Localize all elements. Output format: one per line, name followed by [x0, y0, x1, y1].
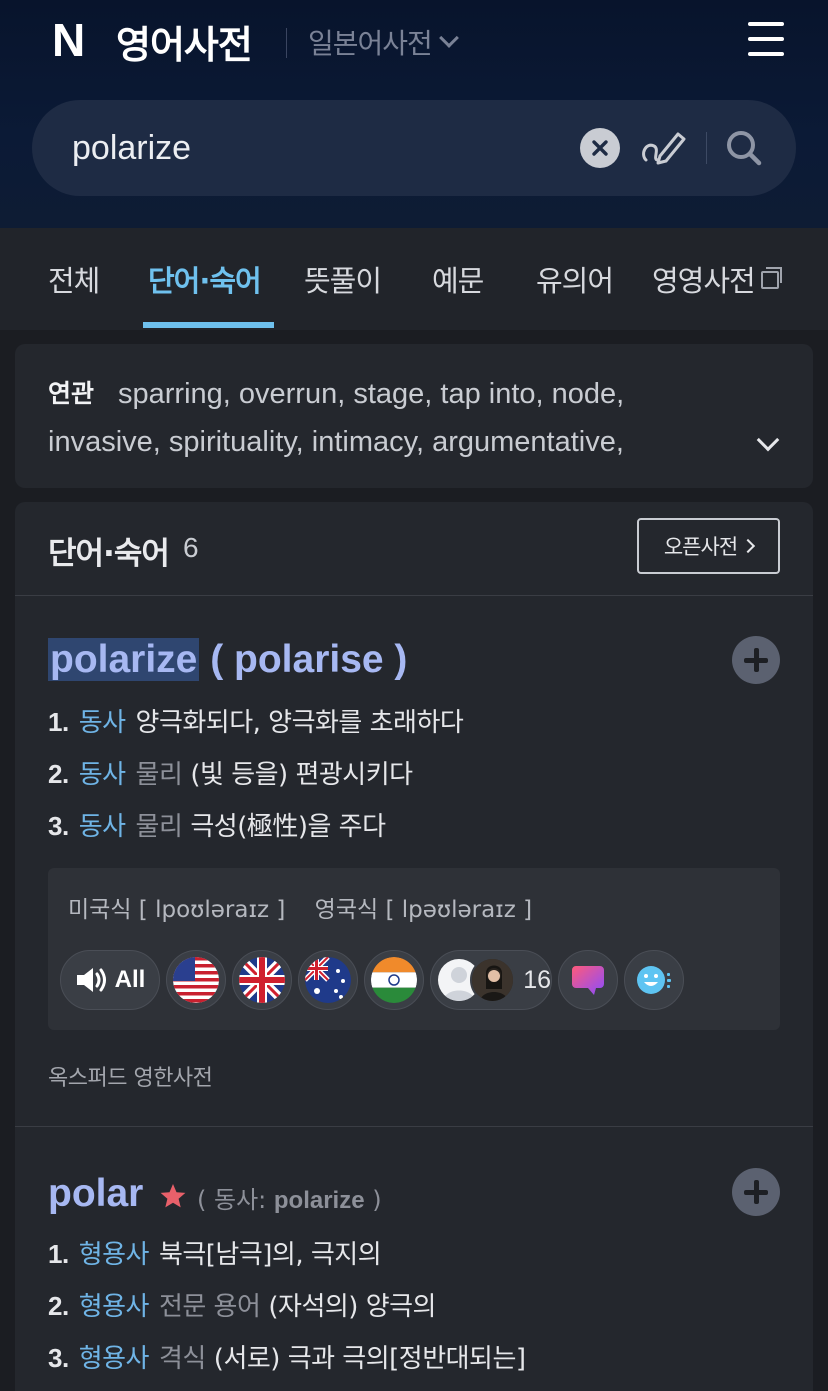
verb-form-link[interactable]: polarize: [274, 1187, 365, 1214]
user-pronunciations-button[interactable]: 16: [430, 950, 552, 1010]
speech-bubble-icon: [572, 966, 604, 995]
india-flag-icon: [371, 957, 417, 1003]
au-pronunciation-button[interactable]: [298, 950, 358, 1010]
dictionary-source[interactable]: 옥스퍼드 영한사전: [48, 1060, 213, 1092]
clear-icon[interactable]: [580, 128, 620, 168]
meaning-item: 2. 동사 물리 (빛 등을) 편광시키다: [48, 759, 413, 790]
tab-bar: 전체 단어·숙어 뜻풀이 예문 유의어 영영사전: [0, 228, 828, 330]
meaning-item: 3. 형용사 격식 (서로) 극과 극의[정반대되는]: [48, 1343, 526, 1374]
uk-ipa: [ lpəʊləraɪz ]: [385, 897, 533, 923]
related-words-panel: 연관 sparring, overrun, stage, tap into, n…: [15, 344, 813, 488]
play-all-button[interactable]: All: [60, 950, 160, 1010]
add-to-wordbook-button[interactable]: [732, 1168, 780, 1216]
search-divider: [706, 132, 707, 164]
naver-logo[interactable]: N: [52, 17, 96, 63]
pronunciation-buttons: All 16: [60, 950, 684, 1010]
part-of-speech: 동사: [78, 812, 126, 842]
pronunciation-line: 미국식 [ lpoʊləraɪz ] 영국식 [ lpəʊləraɪz ]: [68, 890, 532, 924]
entry-headword[interactable]: polar: [48, 1172, 143, 1216]
tab-synonyms[interactable]: 유의어: [536, 258, 614, 298]
speech-practice-button[interactable]: [558, 950, 618, 1010]
field-label: 물리: [135, 812, 183, 842]
pronunciation-box: 미국식 [ lpoʊləraɪz ] 영국식 [ lpəʊləraɪz ] Al…: [48, 868, 780, 1030]
tab-words-idioms[interactable]: 단어·숙어: [148, 258, 262, 298]
dictionary-switch-label: 일본어사전: [308, 27, 433, 60]
part-of-speech: 형용사: [78, 1292, 150, 1322]
menu-icon[interactable]: [748, 22, 784, 56]
open-dictionary-button[interactable]: 오픈사전: [637, 518, 780, 574]
verb-form-note: ( 동사: polarize ): [197, 1186, 382, 1214]
australia-flag-icon: [305, 957, 351, 1003]
in-pronunciation-button[interactable]: [364, 950, 424, 1010]
part-of-speech: 형용사: [78, 1344, 150, 1374]
user-pronunciation-count: 16: [523, 965, 551, 994]
uk-pronunciation-button[interactable]: [232, 950, 292, 1010]
external-link-icon: [760, 267, 782, 289]
tab-examples[interactable]: 예문: [432, 258, 484, 298]
entry-headword[interactable]: polarize ( polarise ): [48, 638, 407, 682]
uk-flag-icon: [239, 957, 285, 1003]
tab-meanings[interactable]: 뜻풀이: [304, 258, 382, 298]
active-tab-indicator: [143, 322, 274, 328]
dictionary-switch[interactable]: 일본어사전: [308, 22, 459, 62]
star-icon: [160, 1184, 186, 1208]
entry-word-highlight: polarize: [48, 638, 200, 681]
part-of-speech: 동사: [78, 760, 126, 790]
meaning-item: 2. 형용사 전문 용어 (자석의) 양극의: [48, 1291, 436, 1322]
divider: [15, 1126, 813, 1127]
meaning-item: 1. 동사 양극화되다, 양극화를 초래하다: [48, 707, 464, 738]
meaning-item: 3. 동사 물리 극성(極性)을 주다: [48, 811, 386, 842]
part-of-speech: 형용사: [78, 1240, 150, 1270]
tab-all[interactable]: 전체: [48, 258, 100, 298]
us-pronunciation-button[interactable]: [166, 950, 226, 1010]
field-label: 물리: [135, 760, 183, 790]
search-input[interactable]: [72, 124, 552, 172]
section-title: 단어·숙어: [48, 536, 170, 572]
service-title[interactable]: 영어사전: [116, 14, 253, 69]
chevron-down-icon: [438, 28, 459, 48]
us-flag-icon: [173, 957, 219, 1003]
entry-variant: ( polarise ): [199, 638, 408, 681]
chevron-right-icon: [741, 538, 756, 554]
ai-voice-button[interactable]: [624, 950, 684, 1010]
related-words-list[interactable]: sparring, overrun, stage, tap into, node…: [48, 370, 728, 466]
part-of-speech: 동사: [78, 708, 126, 738]
handwriting-icon[interactable]: [638, 126, 688, 170]
meaning-item: 1. 형용사 북극[남극]의, 극지의: [48, 1239, 382, 1270]
us-ipa: [ lpoʊləraɪz ]: [138, 897, 286, 923]
field-label: 격식: [158, 1344, 206, 1374]
search-icon[interactable]: [722, 126, 766, 170]
tab-english-english-label: 영영사전: [652, 264, 756, 298]
uk-label: 영국식: [314, 897, 379, 923]
play-all-label: All: [114, 966, 146, 993]
results-card: 단어·숙어 6 오픈사전 polarize ( polarise ) 1. 동사 양…: [15, 502, 813, 1391]
us-label: 미국식: [68, 897, 132, 923]
header: N 영어사전 일본어사전: [0, 0, 828, 228]
header-divider: [286, 28, 287, 58]
tab-english-english[interactable]: 영영사전: [652, 258, 782, 298]
smile-voice-icon: [637, 966, 671, 994]
search-bar: [32, 100, 796, 196]
result-count: 6: [183, 532, 199, 563]
open-dictionary-label: 오픈사전: [663, 535, 738, 559]
field-label: 전문 용어: [158, 1292, 261, 1322]
user-avatar-icon: [469, 957, 516, 1003]
divider: [15, 595, 813, 596]
add-to-wordbook-button[interactable]: [732, 636, 780, 684]
speaker-icon: [76, 968, 106, 992]
